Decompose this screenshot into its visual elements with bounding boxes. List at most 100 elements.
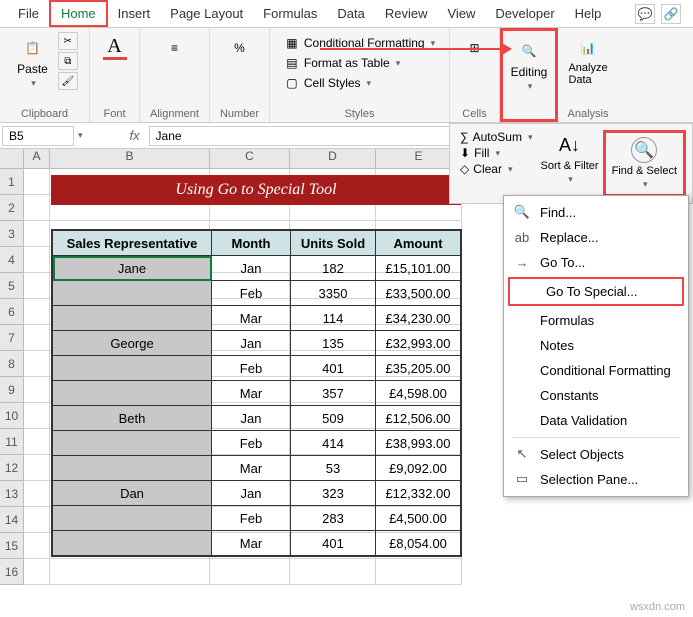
- find-select-button[interactable]: 🔍 Find & Select▾: [608, 135, 681, 192]
- grid-cell[interactable]: [24, 507, 50, 533]
- hdr-amount[interactable]: Amount: [376, 231, 461, 256]
- tab-review[interactable]: Review: [375, 2, 438, 25]
- cell-rep[interactable]: [53, 356, 212, 381]
- cell-rep[interactable]: [53, 456, 212, 481]
- cell[interactable]: Jan: [212, 406, 291, 431]
- name-box[interactable]: [2, 126, 74, 146]
- grid-cell[interactable]: [24, 325, 50, 351]
- col-C[interactable]: C: [210, 149, 290, 168]
- grid-cell[interactable]: [24, 273, 50, 299]
- tab-help[interactable]: Help: [565, 2, 612, 25]
- cell-rep[interactable]: [53, 381, 212, 406]
- menu-replace[interactable]: abReplace...: [504, 225, 688, 250]
- cell[interactable]: Jan: [212, 481, 291, 506]
- row-header[interactable]: 13: [0, 481, 24, 507]
- autosum-button[interactable]: ∑AutoSum▾: [460, 130, 532, 144]
- cell[interactable]: £8,054.00: [376, 531, 461, 556]
- cell[interactable]: £32,993.00: [376, 331, 461, 356]
- tab-view[interactable]: View: [437, 2, 485, 25]
- cell[interactable]: 401: [291, 356, 376, 381]
- cell[interactable]: Feb: [212, 506, 291, 531]
- cell[interactable]: £4,500.00: [376, 506, 461, 531]
- format-as-table-button[interactable]: ▤Format as Table▾: [282, 54, 437, 72]
- row-header[interactable]: 12: [0, 455, 24, 481]
- row-header[interactable]: 1: [0, 169, 24, 195]
- cell[interactable]: Mar: [212, 531, 291, 556]
- grid-cell[interactable]: [24, 195, 50, 221]
- cell[interactable]: 509: [291, 406, 376, 431]
- cell[interactable]: Jan: [212, 256, 291, 281]
- cell[interactable]: £4,598.00: [376, 381, 461, 406]
- row-header[interactable]: 7: [0, 325, 24, 351]
- cell-rep[interactable]: [53, 431, 212, 456]
- grid-cell[interactable]: [24, 247, 50, 273]
- cell[interactable]: 414: [291, 431, 376, 456]
- cell[interactable]: £9,092.00: [376, 456, 461, 481]
- cell-rep[interactable]: Dan: [53, 481, 212, 506]
- menu-find[interactable]: 🔍Find...: [504, 200, 688, 225]
- cell[interactable]: 53: [291, 456, 376, 481]
- format-painter-button[interactable]: 🖌: [58, 72, 78, 90]
- tab-data[interactable]: Data: [327, 2, 374, 25]
- grid-cell[interactable]: [24, 403, 50, 429]
- namebox-dropdown[interactable]: ▾: [78, 130, 83, 141]
- cell-rep[interactable]: Beth: [53, 406, 212, 431]
- grid-cell[interactable]: [24, 533, 50, 559]
- menu-goto-special[interactable]: Go To Special...: [508, 277, 684, 306]
- copy-button[interactable]: ⧉: [58, 52, 78, 70]
- menu-goto[interactable]: →Go To...: [504, 250, 688, 275]
- grid-cell[interactable]: [24, 429, 50, 455]
- hdr-rep[interactable]: Sales Representative: [53, 231, 212, 256]
- grid-cell[interactable]: [50, 559, 210, 585]
- cell[interactable]: £12,506.00: [376, 406, 461, 431]
- menu-selection-pane[interactable]: ▭Selection Pane...: [504, 467, 688, 492]
- font-button[interactable]: A: [97, 32, 133, 64]
- cell-rep[interactable]: [53, 531, 212, 556]
- menu-notes[interactable]: Notes: [504, 333, 688, 358]
- hdr-units[interactable]: Units Sold: [291, 231, 376, 256]
- row-header[interactable]: 4: [0, 247, 24, 273]
- row-header[interactable]: 8: [0, 351, 24, 377]
- cell-rep[interactable]: Jane: [53, 256, 212, 281]
- cell[interactable]: 401: [291, 531, 376, 556]
- tab-page-layout[interactable]: Page Layout: [160, 2, 253, 25]
- sort-filter-button[interactable]: A↓ Sort & Filter▾: [537, 130, 603, 197]
- cell[interactable]: 3350: [291, 281, 376, 306]
- cell[interactable]: Jan: [212, 331, 291, 356]
- col-D[interactable]: D: [290, 149, 376, 168]
- grid-cell[interactable]: [24, 351, 50, 377]
- fill-button[interactable]: ⬇Fill▾: [460, 146, 532, 160]
- number-button[interactable]: %: [222, 32, 258, 64]
- cell-rep[interactable]: [53, 306, 212, 331]
- cut-button[interactable]: ✂: [58, 32, 78, 50]
- cell[interactable]: 135: [291, 331, 376, 356]
- cell-rep[interactable]: George: [53, 331, 212, 356]
- cell-rep[interactable]: [53, 506, 212, 531]
- menu-constants[interactable]: Constants: [504, 383, 688, 408]
- row-header[interactable]: 10: [0, 403, 24, 429]
- grid-cell[interactable]: [24, 221, 50, 247]
- cell[interactable]: £35,205.00: [376, 356, 461, 381]
- cell[interactable]: 114: [291, 306, 376, 331]
- alignment-button[interactable]: ≡: [157, 32, 193, 64]
- cell[interactable]: Mar: [212, 306, 291, 331]
- cell[interactable]: Feb: [212, 356, 291, 381]
- menu-formulas[interactable]: Formulas: [504, 308, 688, 333]
- select-all-corner[interactable]: [0, 149, 24, 168]
- row-header[interactable]: 9: [0, 377, 24, 403]
- cell[interactable]: Mar: [212, 456, 291, 481]
- grid-cell[interactable]: [24, 377, 50, 403]
- cell[interactable]: 323: [291, 481, 376, 506]
- col-A[interactable]: A: [24, 149, 50, 168]
- tab-developer[interactable]: Developer: [485, 2, 564, 25]
- cell[interactable]: 283: [291, 506, 376, 531]
- clear-button[interactable]: ◇Clear▾: [460, 162, 532, 176]
- grid-cell[interactable]: [24, 169, 50, 195]
- tab-formulas[interactable]: Formulas: [253, 2, 327, 25]
- cell[interactable]: £34,230.00: [376, 306, 461, 331]
- share-icon[interactable]: 🔗: [661, 4, 681, 24]
- tab-file[interactable]: File: [8, 2, 49, 25]
- row-header[interactable]: 14: [0, 507, 24, 533]
- cell[interactable]: Feb: [212, 431, 291, 456]
- grid-cell[interactable]: [290, 559, 376, 585]
